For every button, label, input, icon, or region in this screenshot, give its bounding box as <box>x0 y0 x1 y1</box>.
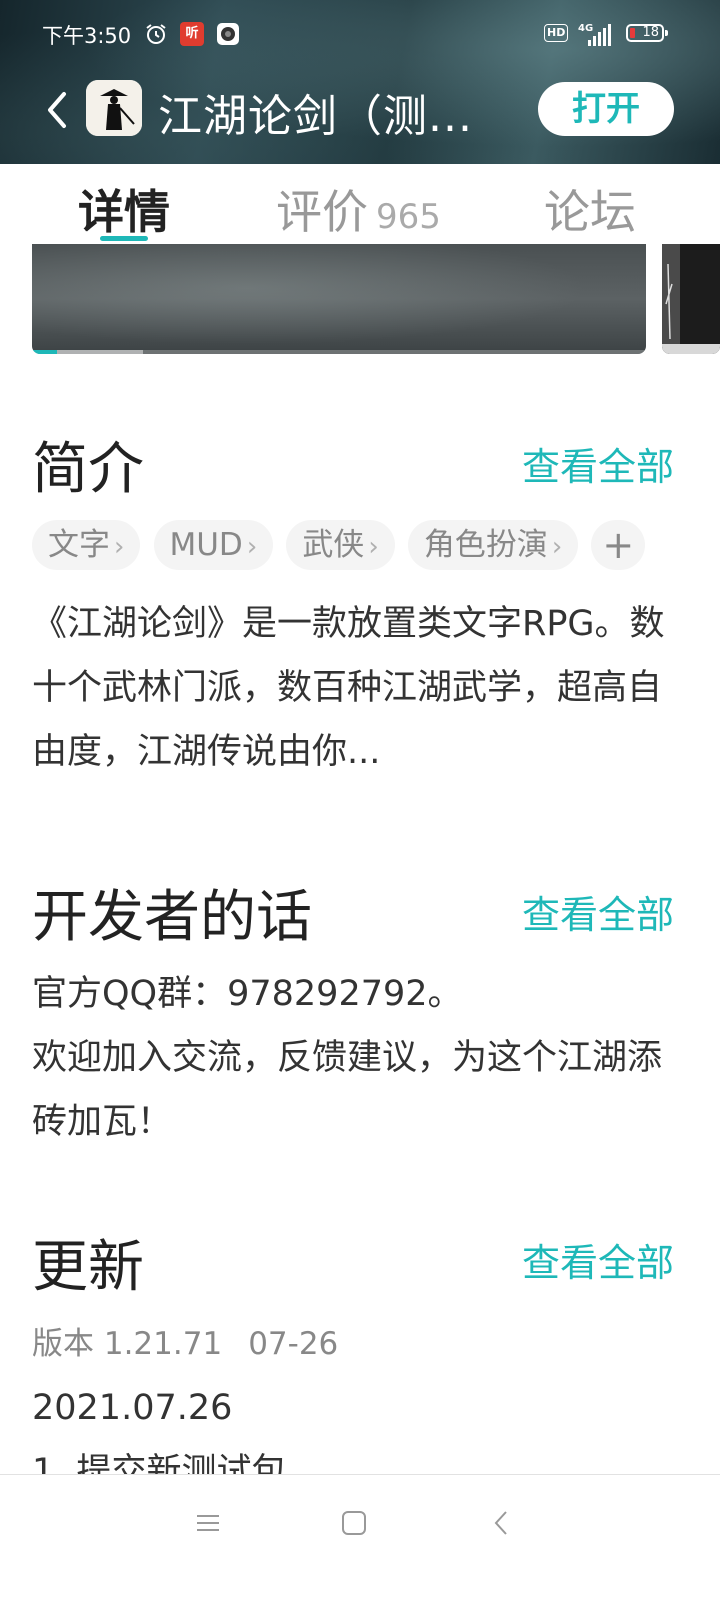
tab-details[interactable]: 详情 <box>78 176 170 242</box>
review-count: 965 <box>376 197 441 237</box>
status-time: 下午3:50 <box>42 24 132 48</box>
home-icon[interactable] <box>340 1509 368 1537</box>
tag-label: 文字 <box>48 527 110 563</box>
add-tag-button[interactable]: + <box>591 520 646 570</box>
tab-forum[interactable]: 论坛 <box>544 176 636 242</box>
update-meta: 版本 1.21.71 07-26 <box>32 1318 338 1363</box>
status-bar: 下午3:50 听 HD 4G 18 <box>0 14 720 54</box>
update-date: 07-26 <box>248 1326 339 1362</box>
tag-chip[interactable]: 武侠 › <box>286 520 395 570</box>
intro-view-all-link[interactable]: 查看全部 <box>522 436 674 491</box>
chevron-right-icon: › <box>246 532 258 562</box>
developer-qq-line: 官方QQ群：978292792。 <box>32 974 463 1014</box>
update-version: 版本 1.21.71 <box>32 1326 223 1362</box>
open-app-button[interactable]: 打开 <box>538 82 674 136</box>
gallery-screenshot[interactable] <box>662 244 720 354</box>
app-icon <box>86 80 142 136</box>
gallery-video[interactable] <box>32 244 646 354</box>
tab-bar: 详情 评价 965 论坛 <box>0 164 720 244</box>
update-notes[interactable]: 2021.07.26 1. 提交新测试包 <box>32 1376 682 1474</box>
developer-welcome-line: 欢迎加入交流，反馈建议，为这个江湖添砖加瓦！ <box>32 1038 663 1142</box>
tag-label: 武侠 <box>302 527 365 563</box>
update-view-all-link[interactable]: 查看全部 <box>522 1232 674 1287</box>
app-title: 江湖论剑（测... <box>158 91 473 142</box>
intro-title: 简介 <box>32 437 144 502</box>
update-title: 更新 <box>32 1235 144 1300</box>
battery-level: 18 <box>642 25 659 40</box>
tag-chip[interactable]: MUD › <box>153 520 274 570</box>
alarm-icon <box>146 24 166 44</box>
tab-reviews[interactable]: 评价 965 <box>276 176 441 242</box>
signal-icon: 4G <box>578 23 611 46</box>
tag-label: 角色扮演 <box>423 527 548 563</box>
back-icon[interactable] <box>488 1509 516 1537</box>
chevron-right-icon: › <box>551 532 563 562</box>
camera-app-icon <box>217 23 239 45</box>
developer-view-all-link[interactable]: 查看全部 <box>522 884 674 939</box>
active-tab-indicator <box>100 236 148 241</box>
network-type: 4G <box>578 23 593 34</box>
update-notes-item: 1. 提交新测试包 <box>32 1452 287 1474</box>
intro-text[interactable]: 《江湖论剑》是一款放置类文字RPG。数十个武林门派，数百种江湖武学，超高自由度，… <box>32 592 682 784</box>
hd-icon: HD <box>544 24 569 42</box>
tag-list: 文字 › MUD › 武侠 › 角色扮演 › + <box>32 520 653 570</box>
tag-label: MUD <box>169 527 243 563</box>
chevron-right-icon: › <box>368 532 379 562</box>
developer-title: 开发者的话 <box>32 885 312 950</box>
video-progress-bar <box>32 350 57 354</box>
back-arrow-icon[interactable] <box>40 84 74 136</box>
update-notes-date: 2021.07.26 <box>32 1388 233 1428</box>
app-bar: 江湖论剑（测... 打开 <box>0 74 720 146</box>
developer-text[interactable]: 官方QQ群：978292792。 欢迎加入交流，反馈建议，为这个江湖添砖加瓦！ <box>32 962 682 1154</box>
menu-icon[interactable] <box>194 1509 222 1537</box>
chevron-right-icon: › <box>114 532 125 562</box>
battery-indicator: 18 <box>626 24 668 42</box>
tag-chip[interactable]: 文字 › <box>32 520 141 570</box>
system-nav-bar <box>0 1474 720 1601</box>
tag-chip[interactable]: 角色扮演 › <box>407 520 579 570</box>
tab-reviews-label: 评价 <box>276 185 368 239</box>
listen-app-icon: 听 <box>180 22 204 46</box>
app-header: 下午3:50 听 HD 4G 18 江湖论剑（测... 打开 <box>0 0 720 164</box>
